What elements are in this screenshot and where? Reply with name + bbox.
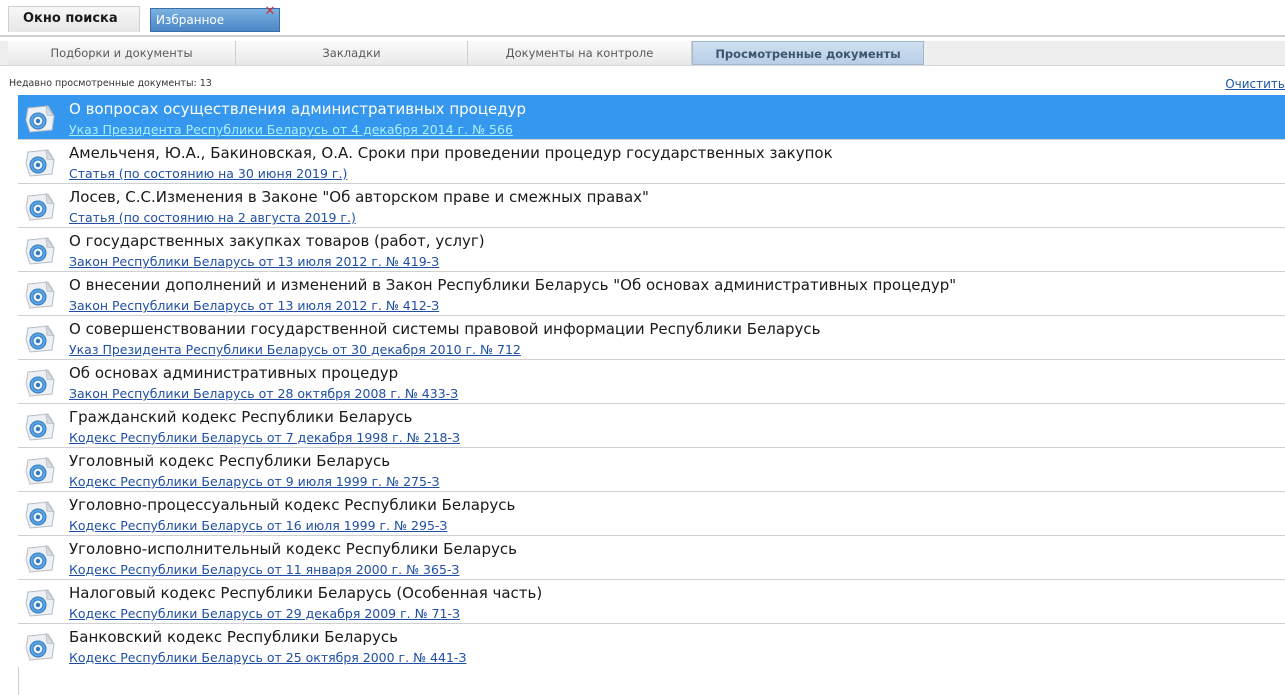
tab-controlled-documents[interactable]: Документы на контроле: [468, 41, 692, 65]
tab-bookmarks[interactable]: Закладки: [236, 41, 468, 65]
clear-link[interactable]: Очистить: [1225, 77, 1285, 91]
document-icon: [22, 588, 58, 618]
document-source-link[interactable]: Закон Республики Беларусь от 28 октября …: [69, 386, 458, 401]
document-icon: [22, 280, 58, 310]
document-row[interactable]: Уголовно-исполнительный кодекс Республик…: [18, 535, 1285, 579]
document-icon: [22, 192, 58, 222]
document-source-link[interactable]: Закон Республики Беларусь от 13 июля 201…: [69, 298, 439, 313]
document-source-link[interactable]: Кодекс Республики Беларусь от 9 июля 199…: [69, 474, 439, 489]
document-row[interactable]: О совершенствовании государственной сист…: [18, 315, 1285, 359]
recent-count-label: Недавно просмотренные документы: 13: [9, 78, 212, 89]
document-title[interactable]: О государственных закупках товаров (рабо…: [69, 232, 485, 250]
document-row[interactable]: О государственных закупках товаров (рабо…: [18, 227, 1285, 271]
document-title[interactable]: Уголовно-процессуальный кодекс Республик…: [69, 496, 515, 514]
document-row[interactable]: О внесении дополнений и изменений в Зако…: [18, 271, 1285, 315]
document-source-link[interactable]: Кодекс Республики Беларусь от 25 октября…: [69, 650, 466, 665]
document-row[interactable]: О вопросах осуществления административны…: [18, 95, 1285, 139]
tab-favorites[interactable]: Избранное: [150, 8, 280, 32]
document-row[interactable]: Об основах административных процедур Зако…: [18, 359, 1285, 403]
document-title[interactable]: Лосев, С.С.Изменения в Законе "Об авторс…: [69, 188, 649, 206]
document-source-link[interactable]: Указ Президента Республики Беларусь от 4…: [69, 122, 513, 137]
close-icon[interactable]: ✕: [263, 5, 277, 19]
divider: [0, 35, 1285, 37]
document-title[interactable]: Об основах административных процедур: [69, 364, 398, 382]
document-title[interactable]: Уголовный кодекс Республики Беларусь: [69, 452, 390, 470]
document-icon: [22, 104, 58, 134]
document-row[interactable]: Банковский кодекс Республики Беларусь Код…: [18, 623, 1285, 667]
document-icon: [22, 544, 58, 574]
tab-search-window[interactable]: Окно поиска: [8, 6, 140, 32]
document-row[interactable]: Налоговый кодекс Республики Беларусь (Ос…: [18, 579, 1285, 623]
document-title[interactable]: Амельченя, Ю.А., Бакиновская, О.А. Сроки…: [69, 144, 833, 162]
document-row[interactable]: Гражданский кодекс Республики Беларусь Ко…: [18, 403, 1285, 447]
document-title[interactable]: О внесении дополнений и изменений в Зако…: [69, 276, 956, 294]
document-icon: [22, 632, 58, 662]
document-row[interactable]: Уголовный кодекс Республики Беларусь Коде…: [18, 447, 1285, 491]
document-icon: [22, 368, 58, 398]
document-icon: [22, 148, 58, 178]
document-icon: [22, 236, 58, 266]
document-title[interactable]: Налоговый кодекс Республики Беларусь (Ос…: [69, 584, 542, 602]
document-source-link[interactable]: Закон Республики Беларусь от 13 июля 201…: [69, 254, 439, 269]
document-source-link[interactable]: Кодекс Республики Беларусь от 16 июля 19…: [69, 518, 447, 533]
document-title[interactable]: Гражданский кодекс Республики Беларусь: [69, 408, 412, 426]
document-icon: [22, 412, 58, 442]
document-source-link[interactable]: Кодекс Республики Беларусь от 7 декабря …: [69, 430, 460, 445]
document-icon: [22, 500, 58, 530]
document-source-link[interactable]: Статья (по состоянию на 2 августа 2019 г…: [69, 210, 356, 225]
tab-viewed-documents[interactable]: Просмотренные документы: [692, 41, 924, 65]
document-title[interactable]: Банковский кодекс Республики Беларусь: [69, 628, 398, 646]
window-tab-bar: Окно поиска Избранное ✕: [0, 0, 1285, 37]
tab-collections-documents[interactable]: Подборки и документы: [8, 41, 236, 65]
document-row[interactable]: Уголовно-процессуальный кодекс Республик…: [18, 491, 1285, 535]
document-source-link[interactable]: Кодекс Республики Беларусь от 29 декабря…: [69, 606, 460, 621]
document-source-link[interactable]: Указ Президента Республики Беларусь от 3…: [69, 342, 521, 357]
document-list: О вопросах осуществления административны…: [18, 95, 1285, 667]
document-title[interactable]: О совершенствовании государственной сист…: [69, 320, 821, 338]
sub-tab-bar: Подборки и документы Закладки Документы …: [0, 41, 1285, 66]
document-icon: [22, 456, 58, 486]
document-title[interactable]: О вопросах осуществления административны…: [69, 100, 526, 118]
document-row[interactable]: Амельченя, Ю.А., Бакиновская, О.А. Сроки…: [18, 139, 1285, 183]
document-icon: [22, 324, 58, 354]
document-source-link[interactable]: Кодекс Республики Беларусь от 11 января …: [69, 562, 459, 577]
document-title[interactable]: Уголовно-исполнительный кодекс Республик…: [69, 540, 517, 558]
document-row[interactable]: Лосев, С.С.Изменения в Законе "Об авторс…: [18, 183, 1285, 227]
document-source-link[interactable]: Статья (по состоянию на 30 июня 2019 г.): [69, 166, 347, 181]
